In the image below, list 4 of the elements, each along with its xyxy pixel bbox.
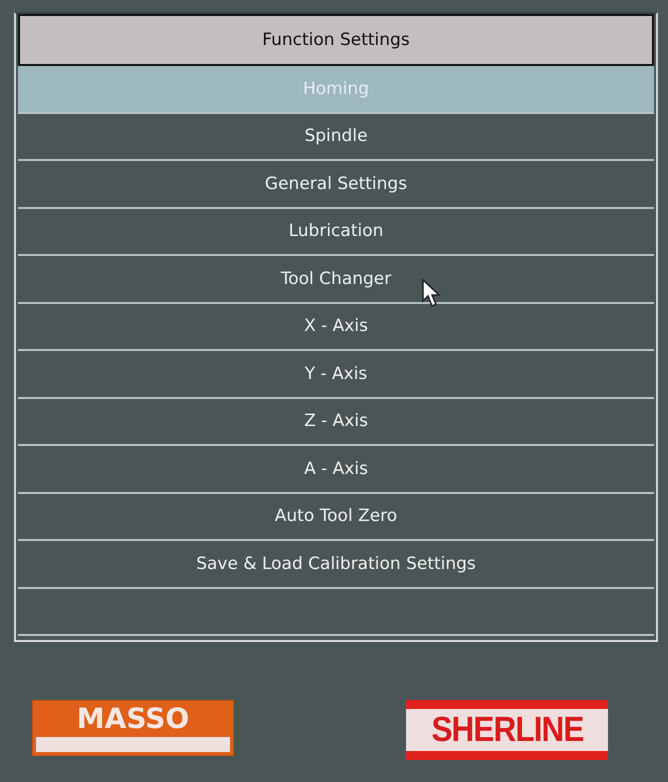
mouse-pointer-icon	[422, 279, 442, 309]
sherline-logo: SHERLINE	[406, 700, 608, 760]
masso-logo: MASSO	[32, 700, 234, 756]
panel-header: Function Settings	[18, 14, 654, 66]
